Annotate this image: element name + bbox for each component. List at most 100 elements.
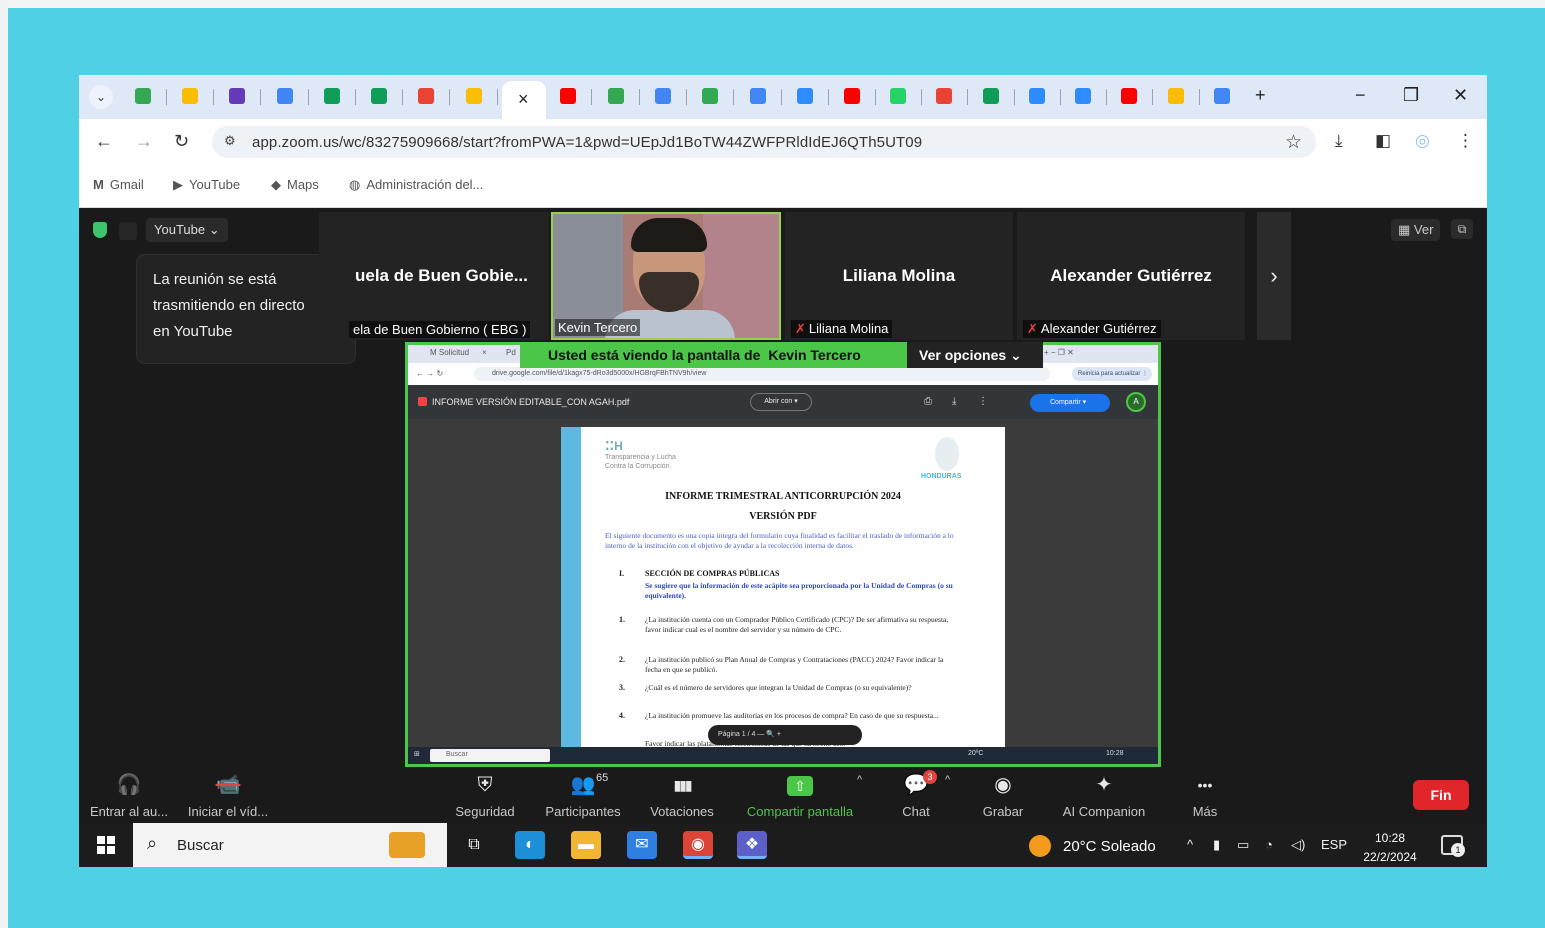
browser-tab[interactable]: [1209, 85, 1235, 109]
download-icon[interactable]: ⤓: [1335, 131, 1343, 151]
participant-tile-ebg[interactable]: uela de Buen Gobie... ela de Buen Gobier…: [319, 212, 549, 340]
meeting-info-icon[interactable]: [119, 222, 137, 240]
battery-icon[interactable]: ▭: [1237, 837, 1249, 853]
participant-tile-alexander[interactable]: Alexander Gutiérrez ✗ Alexander Gutiérrez: [1017, 212, 1245, 340]
browser-tab[interactable]: [177, 85, 203, 109]
taskbar-weather[interactable]: 20°C Soleado: [1063, 838, 1156, 855]
bookmark-youtube[interactable]: ▶ YouTube: [173, 177, 240, 193]
participants-button[interactable]: 👥 65 Participantes: [528, 772, 638, 819]
file-explorer-icon[interactable]: ▬: [571, 831, 601, 859]
taskbar-clock[interactable]: 10:28 22/2/2024: [1359, 829, 1421, 867]
search-icon: ⌕: [147, 833, 158, 853]
bookmark-label: Maps: [287, 177, 319, 192]
reload-icon[interactable]: ↻: [174, 131, 189, 152]
view-options-button[interactable]: Ver opciones ⌄: [907, 342, 1043, 368]
bookmark-star-icon[interactable]: ☆: [1285, 131, 1302, 154]
shared-tab-label: Pd: [506, 348, 516, 357]
browser-tab[interactable]: [978, 85, 1004, 109]
restore-icon[interactable]: ❐: [1403, 85, 1419, 106]
browser-tab[interactable]: [1070, 85, 1096, 109]
address-bar[interactable]: ⚙ app.zoom.us/wc/83275909668/start?fromP…: [212, 126, 1316, 158]
participant-tile-liliana[interactable]: Liliana Molina ✗ Liliana Molina: [785, 212, 1013, 340]
record-label: Grabar: [982, 804, 1024, 819]
pdf-more-icon: ⋮: [978, 396, 988, 407]
forward-icon[interactable]: →: [135, 131, 153, 152]
volume-icon[interactable]: ◁): [1291, 837, 1305, 853]
notifications-icon[interactable]: 1: [1441, 835, 1465, 857]
browser-tab[interactable]: [745, 85, 771, 109]
browser-tab[interactable]: [603, 85, 629, 109]
language-indicator[interactable]: ESP: [1321, 837, 1347, 852]
livestream-dropdown[interactable]: YouTube ⌄: [146, 218, 228, 242]
browser-tab[interactable]: [697, 85, 723, 109]
headphones-icon: 🎧: [116, 774, 142, 796]
browser-tab[interactable]: [413, 85, 439, 109]
teams-icon[interactable]: ❖: [737, 831, 767, 859]
tray-caret-icon[interactable]: ^: [1187, 837, 1193, 852]
minimize-icon[interactable]: −: [1355, 85, 1366, 106]
ai-companion-button[interactable]: ✦ AI Companion: [1049, 772, 1159, 819]
globe-icon: ◍: [349, 177, 361, 192]
browser-tab[interactable]: [931, 85, 957, 109]
browser-tab[interactable]: [224, 85, 250, 109]
browser-tab[interactable]: [650, 85, 676, 109]
security-button[interactable]: ⛨ Seguridad: [430, 772, 540, 819]
browser-tab[interactable]: [366, 85, 392, 109]
bookmark-administracion[interactable]: ◍ Administración del...: [349, 177, 483, 193]
next-participants-button[interactable]: ›: [1257, 212, 1291, 340]
weather-sun-icon[interactable]: [1029, 835, 1051, 857]
profile-icon[interactable]: ◎: [1415, 131, 1430, 151]
question-number: 2.: [619, 655, 625, 664]
active-tab-zoom[interactable]: ×: [502, 81, 546, 119]
close-tab-icon[interactable]: ×: [518, 89, 529, 110]
browser-tab[interactable]: [839, 85, 865, 109]
taskbar-search[interactable]: ⌕ Buscar: [133, 823, 447, 867]
join-audio-button[interactable]: 🎧 Entrar al au...: [79, 772, 184, 819]
browser-tab[interactable]: [792, 85, 818, 109]
active-speaker-video[interactable]: Kevin Tercero: [551, 212, 781, 340]
encryption-shield-icon[interactable]: [93, 222, 107, 238]
record-button[interactable]: ◉ Grabar: [948, 772, 1058, 819]
side-panel-icon[interactable]: ◧: [1375, 131, 1391, 151]
tab-separator: [967, 89, 968, 105]
bookmark-maps[interactable]: ◆ Maps: [271, 177, 319, 193]
site-info-icon[interactable]: ⚙: [224, 133, 236, 149]
wifi-icon[interactable]: ◔: [1265, 837, 1273, 852]
back-icon[interactable]: ←: [95, 131, 113, 152]
browser-tab[interactable]: [1116, 85, 1142, 109]
browser-tab[interactable]: [130, 85, 156, 109]
windows-start-icon[interactable]: [97, 836, 115, 854]
sharing-banner: Usted está viendo la pantalla de Kevin Te…: [520, 342, 907, 368]
chrome-icon[interactable]: ◉: [683, 831, 713, 859]
browser-tab[interactable]: [885, 85, 911, 109]
polls-button[interactable]: ▮▮▮ Votaciones: [627, 772, 737, 819]
google-forms-icon: [229, 88, 245, 104]
popout-icon[interactable]: ⧉: [1451, 219, 1473, 239]
share-screen-button[interactable]: ⇧ Compartir pantalla: [745, 772, 855, 819]
new-tab-button[interactable]: +: [1255, 85, 1266, 106]
browser-tab[interactable]: [272, 85, 298, 109]
browser-tab[interactable]: [555, 85, 581, 109]
browser-tab[interactable]: [461, 85, 487, 109]
chrome-menu-icon[interactable]: ⋮: [1457, 131, 1474, 151]
end-meeting-button[interactable]: Fin: [1413, 780, 1469, 810]
more-button[interactable]: ••• Más: [1150, 772, 1260, 819]
close-window-icon[interactable]: ✕: [1453, 85, 1468, 106]
url-text[interactable]: app.zoom.us/wc/83275909668/start?fromPWA…: [252, 134, 922, 151]
gmail-icon: [936, 88, 952, 104]
browser-tab[interactable]: [319, 85, 345, 109]
start-video-button[interactable]: 📹 Iniciar el víd...: [173, 772, 283, 819]
tab-search-dropdown[interactable]: ⌄: [89, 85, 113, 109]
usb-icon[interactable]: ▮: [1213, 837, 1220, 853]
tab-separator: [355, 89, 356, 105]
shared-screen[interactable]: M Solicitud × Pd + − ❐ ✕ ← → ↻ drive.goo…: [405, 342, 1161, 767]
view-button[interactable]: ▦ Ver: [1391, 219, 1441, 241]
task-view-icon[interactable]: ⧉: [459, 831, 489, 859]
edge-icon[interactable]: ◐: [515, 831, 545, 859]
browser-tab[interactable]: [1024, 85, 1050, 109]
tab-separator: [308, 89, 309, 105]
browser-tab[interactable]: [1163, 85, 1189, 109]
mail-icon[interactable]: ✉: [627, 831, 657, 859]
bookmark-gmail[interactable]: M Gmail: [93, 177, 144, 192]
speaker-name-label: Kevin Tercero: [555, 319, 641, 336]
